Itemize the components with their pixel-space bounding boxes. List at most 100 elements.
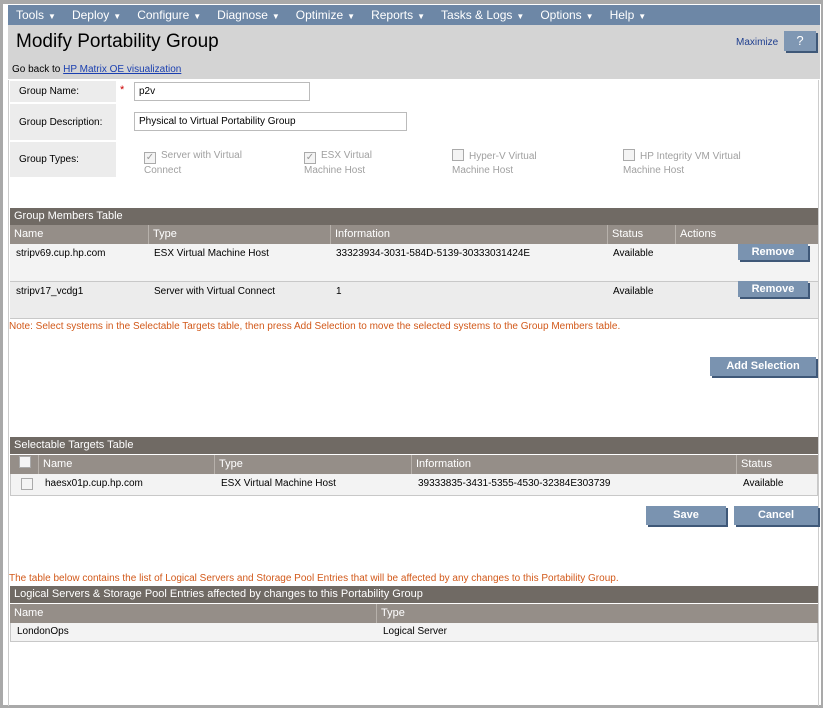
caret-down-icon: ▼ [113, 12, 122, 21]
checkbox-empty-icon [623, 149, 635, 161]
col-type[interactable]: Type [376, 604, 818, 623]
type-label: Server with Virtual Connect [144, 150, 242, 176]
caret-down-icon: ▼ [585, 12, 594, 21]
menu-deploy[interactable]: Deploy ▼ [72, 8, 121, 22]
checkmark-icon: ✓ [144, 152, 156, 164]
cell-info: 33323934-3031-584D-5139-30333031424E [336, 248, 531, 259]
type-server-vc-checkbox[interactable]: ✓ Server with Virtual Connect [144, 149, 264, 178]
cell-status: Available [613, 248, 654, 259]
group-description-input[interactable]: Physical to Virtual Portability Group [134, 112, 407, 131]
right-border [818, 80, 819, 706]
selection-note: Note: Select systems in the Selectable T… [9, 321, 621, 332]
menu-configure[interactable]: Configure ▼ [137, 8, 201, 22]
menu-label: Configure [137, 8, 190, 22]
remove-button[interactable]: Remove [738, 281, 808, 297]
go-back: Go back to HP Matrix OE visualization [12, 64, 181, 75]
cell-name: stripv69.cup.hp.com [16, 248, 106, 259]
type-label: HP Integrity VM Virtual Machine Host [623, 151, 741, 176]
col-name[interactable]: Name [38, 455, 214, 474]
col-name[interactable]: Name [10, 225, 43, 244]
menu-label: Tools [16, 8, 45, 22]
group-members-title: Group Members Table [10, 208, 818, 225]
menu-help[interactable]: Help ▼ [610, 8, 647, 22]
cell-info: 1 [336, 286, 342, 297]
table-row: LondonOps Logical Server [10, 623, 818, 642]
title-bar: Modify Portability Group Maximize ? Go b… [8, 25, 820, 79]
caret-down-icon: ▼ [271, 12, 280, 21]
menu-bar: Tools ▼ Deploy ▼ Configure ▼ Diagnose ▼ Opti… [8, 5, 820, 25]
select-all-checkbox[interactable] [10, 455, 38, 474]
save-button[interactable]: Save [646, 506, 726, 525]
group-name-label: Group Name: [10, 81, 116, 102]
cell-name: haesx01p.cup.hp.com [45, 478, 143, 489]
col-information[interactable]: Information [411, 455, 736, 474]
menu-label: Help [609, 8, 635, 22]
group-types-label: Group Types: [10, 142, 116, 177]
visualization-link[interactable]: HP Matrix OE visualization [63, 64, 181, 75]
menu-label: Deploy [71, 8, 110, 22]
affected-header: Name Type [10, 604, 818, 623]
menu-label: Diagnose [217, 8, 268, 22]
menu-label: Tasks & Logs [441, 8, 513, 22]
row-checkbox[interactable] [15, 478, 38, 491]
group-description-label: Group Description: [10, 104, 116, 140]
table-row: stripv69.cup.hp.com ESX Virtual Machine … [10, 244, 818, 282]
help-button[interactable]: ? [784, 31, 816, 51]
col-information[interactable]: Information [330, 225, 607, 244]
menu-options[interactable]: Options ▼ [540, 8, 593, 22]
menu-tools[interactable]: Tools ▼ [16, 8, 56, 22]
affected-title: Logical Servers & Storage Pool Entries a… [10, 586, 818, 603]
type-esx-checkbox[interactable]: ✓ ESX Virtual Machine Host [304, 149, 384, 178]
cell-status: Available [743, 478, 784, 489]
go-back-text: Go back to [12, 64, 61, 75]
type-integrity-checkbox[interactable]: HP Integrity VM Virtual Machine Host [623, 149, 753, 178]
table-row: haesx01p.cup.hp.com ESX Virtual Machine … [10, 474, 818, 496]
menu-label: Reports [371, 8, 414, 22]
table-row: stripv17_vcdg1 Server with Virtual Conne… [10, 282, 818, 319]
col-type[interactable]: Type [214, 455, 411, 474]
caret-down-icon: ▼ [193, 12, 202, 21]
col-status[interactable]: Status [736, 455, 818, 474]
caret-down-icon: ▼ [417, 12, 426, 21]
menu-optimize[interactable]: Optimize ▼ [296, 8, 355, 22]
cell-type: ESX Virtual Machine Host [154, 248, 269, 259]
checkbox-icon [19, 456, 31, 468]
type-hyperv-checkbox[interactable]: Hyper-V Virtual Machine Host [452, 149, 552, 178]
caret-down-icon: ▼ [516, 12, 525, 21]
group-members-header: Name Type Information Status Actions [10, 225, 818, 244]
remove-button[interactable]: Remove [738, 244, 808, 260]
page-title: Modify Portability Group [16, 31, 219, 52]
checkbox-empty-icon [452, 149, 464, 161]
cell-type: Logical Server [383, 626, 447, 637]
left-border [8, 80, 9, 706]
col-status[interactable]: Status [607, 225, 675, 244]
col-name[interactable]: Name [10, 604, 43, 623]
caret-down-icon: ▼ [347, 12, 356, 21]
selectable-targets-header: Name Type Information Status [10, 455, 818, 474]
add-selection-button[interactable]: Add Selection [710, 357, 816, 376]
cell-type: ESX Virtual Machine Host [221, 478, 336, 489]
menu-label: Options [540, 8, 582, 22]
group-name-input[interactable]: p2v [134, 82, 310, 101]
selectable-targets-title: Selectable Targets Table [10, 437, 818, 454]
caret-down-icon: ▼ [638, 12, 647, 21]
menu-diagnose[interactable]: Diagnose ▼ [217, 8, 280, 22]
cancel-button[interactable]: Cancel [734, 506, 818, 525]
required-marker: * [120, 84, 125, 96]
col-actions: Actions [675, 225, 818, 244]
menu-label: Optimize [295, 8, 344, 22]
col-type[interactable]: Type [148, 225, 330, 244]
cell-type: Server with Virtual Connect [154, 286, 275, 297]
maximize-link[interactable]: Maximize [736, 37, 778, 48]
checkmark-icon: ✓ [304, 152, 316, 164]
checkbox-icon [21, 478, 33, 490]
cell-name: stripv17_vcdg1 [16, 286, 84, 297]
cell-info: 39333835-3431-5355-4530-32384E303739 [418, 478, 611, 489]
affected-note: The table below contains the list of Log… [9, 573, 619, 584]
menu-tasks-logs[interactable]: Tasks & Logs ▼ [441, 8, 524, 22]
type-label: Hyper-V Virtual Machine Host [452, 151, 537, 176]
cell-status: Available [613, 286, 654, 297]
caret-down-icon: ▼ [48, 12, 56, 21]
menu-reports[interactable]: Reports ▼ [371, 8, 425, 22]
cell-name: LondonOps [17, 626, 69, 637]
